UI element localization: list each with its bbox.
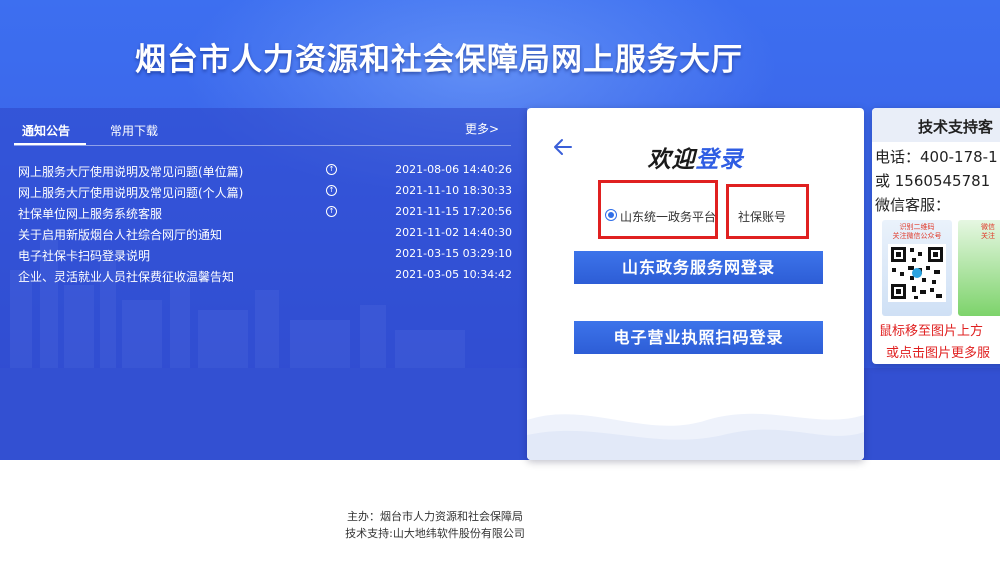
notice-date: 2021-11-15 17:20:56 xyxy=(395,205,512,218)
site-title: 烟台市人力资源和社会保障局网上服务大厅 xyxy=(135,42,743,78)
welcome-heading: 欢迎登录 xyxy=(527,140,864,174)
notice-title: 网上服务大厅使用说明及常见问题(个人篇) xyxy=(18,186,244,200)
notice-title: 关于启用新版烟台人社综合网厅的通知 xyxy=(18,228,223,242)
tab-divider xyxy=(14,145,511,146)
list-item[interactable]: 电子社保卡扫码登录说明 2021-03-15 03:29:10 xyxy=(18,244,512,265)
support-hint-click: 或点击图片更多服 xyxy=(886,346,991,361)
hot-icon: ↑ xyxy=(326,185,337,196)
notice-tabs: 通知公告 常用下载 更多> xyxy=(0,108,527,146)
list-item[interactable]: 网上服务大厅使用说明及常见问题(单位篇) ↑ 2021-08-06 14:40:… xyxy=(18,160,512,181)
login-card: 欢迎登录 山东统一政务平台 社保账号 山东政务服务网登录 电子营业执照扫码登录 xyxy=(527,108,864,460)
notice-date: 2021-11-10 18:30:33 xyxy=(395,184,512,197)
notice-date: 2021-08-06 14:40:26 xyxy=(395,163,512,176)
support-phone-alt: 或 1560545781 xyxy=(875,172,991,190)
support-title: 技术支持客 xyxy=(918,118,994,136)
notice-date: 2021-03-15 03:29:10 xyxy=(395,247,512,260)
support-phone: 电话：400-178-1 xyxy=(875,148,998,166)
card-wave-decoration xyxy=(527,413,864,460)
business-license-login-button[interactable]: 电子营业执照扫码登录 xyxy=(574,321,823,354)
radio-checked-icon[interactable] xyxy=(605,209,617,221)
gov-service-login-button[interactable]: 山东政务服务网登录 xyxy=(574,251,823,284)
footer-host: 主办：烟台市人力资源和社会保障局 xyxy=(347,510,523,523)
more-link[interactable]: 更多> xyxy=(465,120,499,137)
qr-code-wechat[interactable]: 微信 关注 xyxy=(958,220,1000,316)
qr-caption: 微信 关注 xyxy=(981,223,995,240)
tab-downloads[interactable]: 常用下载 xyxy=(110,122,158,139)
list-item[interactable]: 社保单位网上服务系统客服 ↑ 2021-11-15 17:20:56 xyxy=(18,202,512,223)
footer: 主办：烟台市人力资源和社会保障局 技术支持:山大地纬软件股份有限公司 xyxy=(0,508,1000,542)
notice-list: 网上服务大厅使用说明及常见问题(单位篇) ↑ 2021-08-06 14:40:… xyxy=(18,160,512,286)
qr-code-icon xyxy=(888,244,946,302)
tab-notices[interactable]: 通知公告 xyxy=(22,122,70,139)
notice-title: 企业、灵活就业人员社保费征收温馨告知 xyxy=(18,270,235,284)
notice-title: 社保单位网上服务系统客服 xyxy=(18,207,163,221)
qr-code-official-account[interactable]: 识别二维码 关注微信公众号 xyxy=(882,220,952,316)
notice-date: 2021-11-02 14:40:30 xyxy=(395,226,512,239)
support-wechat: 微信客服： xyxy=(875,196,951,214)
hot-icon: ↑ xyxy=(326,206,337,217)
notice-panel: 通知公告 常用下载 更多> 网上服务大厅使用说明及常见问题(单位篇) ↑ 202… xyxy=(0,108,527,368)
list-item[interactable]: 网上服务大厅使用说明及常见问题(个人篇) ↑ 2021-11-10 18:30:… xyxy=(18,181,512,202)
list-item[interactable]: 企业、灵活就业人员社保费征收温馨告知 2021-03-05 10:34:42 xyxy=(18,265,512,286)
support-hint-hover: 鼠标移至图片上方 xyxy=(879,324,984,339)
radio-platform-label: 山东统一政务平台 xyxy=(620,210,717,224)
notice-title: 网上服务大厅使用说明及常见问题(单位篇) xyxy=(18,165,244,179)
welcome-text: 欢迎 xyxy=(647,147,696,173)
list-item[interactable]: 关于启用新版烟台人社综合网厅的通知 2021-11-02 14:40:30 xyxy=(18,223,512,244)
notice-title: 电子社保卡扫码登录说明 xyxy=(18,249,151,263)
support-panel: 技术支持客 电话：400-178-1 或 1560545781 微信客服： 识别… xyxy=(872,108,1000,364)
radio-account-label[interactable]: 社保账号 xyxy=(738,208,786,225)
login-text: 登录 xyxy=(695,147,744,173)
qr-caption: 识别二维码 关注微信公众号 xyxy=(892,223,942,240)
footer-tech-support: 技术支持:山大地纬软件股份有限公司 xyxy=(345,527,525,540)
hot-icon: ↑ xyxy=(326,164,337,175)
notice-date: 2021-03-05 10:34:42 xyxy=(395,268,512,281)
